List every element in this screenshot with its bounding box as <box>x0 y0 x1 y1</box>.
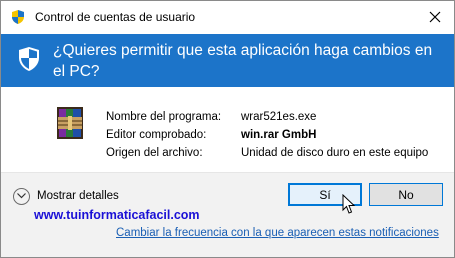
show-details-toggle[interactable]: Mostrar detalles <box>13 186 119 206</box>
no-button[interactable]: No <box>369 183 443 206</box>
program-info-labels: Nombre del programa: Editor comprobado: … <box>106 108 221 162</box>
program-info-values: wrar521es.exe win.rar GmbH Unidad de dis… <box>241 108 428 162</box>
watermark-text: www.tuinformaticafacil.com <box>34 208 200 222</box>
uac-shield-icon <box>12 10 24 24</box>
program-name-value: wrar521es.exe <box>241 111 317 123</box>
notification-frequency-link[interactable]: Cambiar la frecuencia con la que aparece… <box>116 227 439 239</box>
publisher-label: Editor comprobado: <box>106 129 207 141</box>
origin-value: Unidad de disco duro en este equipo <box>241 147 429 159</box>
show-details-label: Mostrar detalles <box>37 190 119 202</box>
mouse-cursor-icon <box>342 194 356 214</box>
close-icon <box>429 11 441 23</box>
question-text: ¿Quieres permitir que esta aplicación ha… <box>53 42 433 80</box>
uac-dialog: Control de cuentas de usuario ¿Quieres p… <box>0 0 455 258</box>
chevron-down-icon <box>13 187 30 205</box>
program-name-label: Nombre del programa: <box>106 111 222 123</box>
winrar-books-icon <box>57 107 83 139</box>
title-bar: Control de cuentas de usuario <box>1 1 454 34</box>
publisher-value: win.rar GmbH <box>241 129 317 141</box>
close-button[interactable] <box>424 6 446 28</box>
question-banner: ¿Quieres permitir que esta aplicación ha… <box>1 34 454 87</box>
origin-label: Origen del archivo: <box>106 147 203 159</box>
uac-shield-icon <box>19 47 39 71</box>
window-title: Control de cuentas de usuario <box>35 10 196 24</box>
